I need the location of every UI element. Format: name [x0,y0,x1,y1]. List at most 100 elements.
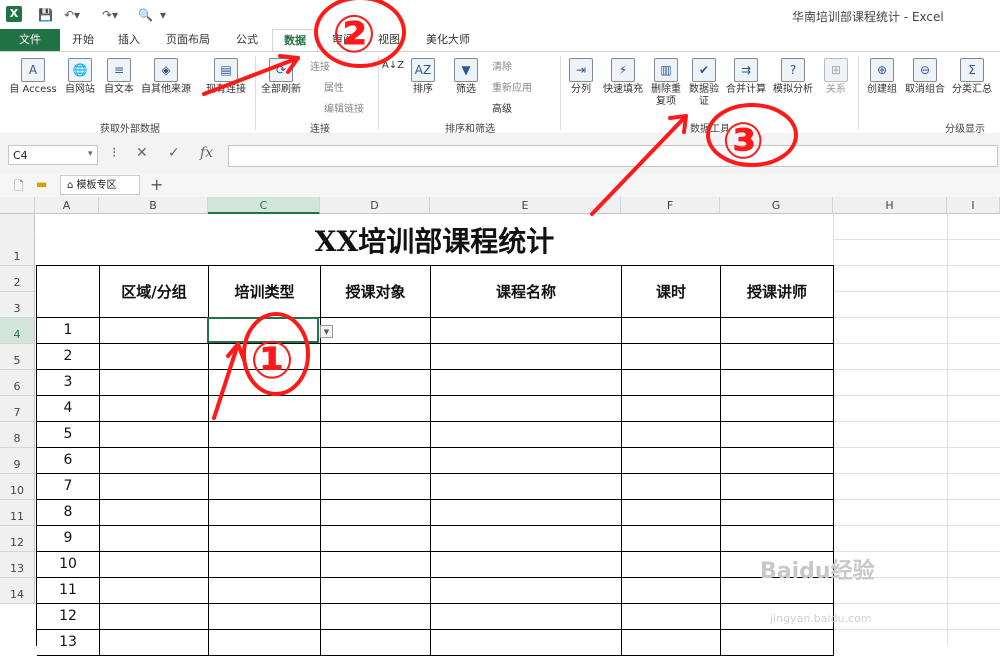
sort-az-icon[interactable]: A↓Z [382,60,404,72]
column-header[interactable]: C [208,197,320,214]
column-header[interactable]: B [99,197,208,214]
tab-view[interactable]: 视图 [368,29,410,51]
table-cell[interactable] [431,344,622,370]
table-cell[interactable] [321,318,431,344]
from-access-button[interactable]: A自 Access [6,58,60,96]
table-cell[interactable] [721,370,834,396]
column-header[interactable]: F [621,197,720,214]
row-header[interactable]: 11 [0,500,35,526]
table-cell[interactable] [721,396,834,422]
row-header[interactable]: 10 [0,474,35,500]
table-cell[interactable] [431,500,622,526]
row-number-cell[interactable]: 10 [37,552,100,578]
filter-button[interactable]: ▼ 筛选 [448,58,484,96]
table-cell[interactable] [721,500,834,526]
row-header[interactable]: 6 [0,370,35,396]
subtotal-button[interactable]: Σ 分类汇总 [948,58,996,96]
table-cell[interactable] [100,604,209,630]
table-cell[interactable] [622,552,721,578]
table-cell[interactable] [622,578,721,604]
table-cell[interactable] [431,318,622,344]
table-cell[interactable] [321,370,431,396]
group-button[interactable]: ⊕ 创建组 [862,58,902,96]
from-web-button[interactable]: 🌐 自网站 [60,58,100,96]
table-cell[interactable] [100,474,209,500]
table-cell[interactable] [209,630,321,656]
row-number-cell[interactable]: 8 [37,500,100,526]
table-cell[interactable] [321,344,431,370]
table-cell[interactable] [721,422,834,448]
undo-icon[interactable]: ↶▾ [64,6,80,24]
name-box-dropdown-icon[interactable]: ▾ [88,149,93,159]
table-cell[interactable] [721,474,834,500]
header-lecturer[interactable]: 授课讲师 [721,266,834,318]
formula-input[interactable] [228,145,998,167]
row-header[interactable]: 12 [0,526,35,552]
table-cell[interactable] [431,448,622,474]
table-cell[interactable] [431,422,622,448]
row-number-cell[interactable]: 4 [37,396,100,422]
column-header[interactable]: I [947,197,1000,214]
column-header[interactable]: E [430,197,621,214]
properties-link[interactable]: 属性 [324,79,344,94]
table-cell[interactable] [431,474,622,500]
row-number-cell[interactable]: 7 [37,474,100,500]
save-icon[interactable]: 💾 [38,6,53,24]
table-cell[interactable] [100,318,209,344]
row-number-cell[interactable]: 3 [37,370,100,396]
table-cell[interactable] [721,526,834,552]
header-hours[interactable]: 课时 [622,266,721,318]
add-tab-button[interactable]: + [150,175,163,194]
table-cell[interactable] [100,552,209,578]
table-cell[interactable] [321,526,431,552]
table-cell[interactable] [209,578,321,604]
table-cell[interactable] [209,422,321,448]
table-cell[interactable] [100,578,209,604]
header-course-name[interactable]: 课程名称 [431,266,622,318]
header-cell-blank[interactable] [37,266,100,318]
column-header[interactable]: D [320,197,430,214]
table-cell[interactable] [321,604,431,630]
table-cell[interactable] [721,344,834,370]
table-cell[interactable] [209,552,321,578]
column-header[interactable]: G [720,197,833,214]
cancel-icon[interactable]: ✕ [136,145,148,161]
sheet-title[interactable]: XX培训部课程统计 [36,214,833,266]
name-box[interactable]: C4 [8,145,98,165]
table-cell[interactable] [431,604,622,630]
column-header[interactable]: A [35,197,99,214]
table-cell[interactable] [622,344,721,370]
row-header[interactable]: 2 [0,266,35,292]
table-cell[interactable] [209,396,321,422]
tab-template-zone[interactable]: ⌂ 模板专区 [60,175,140,195]
row-number-cell[interactable]: 2 [37,344,100,370]
row-header[interactable]: 9 [0,448,35,474]
customize-toolbar-icon[interactable]: ▾ [160,6,166,24]
row-number-cell[interactable]: 1 [37,318,100,344]
sort-button[interactable]: AZ 排序 [408,58,438,96]
table-cell[interactable] [622,604,721,630]
table-cell[interactable] [321,422,431,448]
enter-icon[interactable]: ✓ [168,145,180,161]
row-number-cell[interactable]: 11 [37,578,100,604]
table-cell[interactable] [209,526,321,552]
table-cell[interactable] [100,500,209,526]
table-cell[interactable] [431,630,622,656]
tab-data[interactable]: 数据 [272,29,318,52]
table-cell[interactable] [721,318,834,344]
table-cell[interactable] [209,474,321,500]
clear-link[interactable]: 清除 [492,58,512,73]
table-cell[interactable] [321,396,431,422]
validation-dropdown-icon[interactable]: ▼ [320,325,333,338]
table-cell[interactable] [622,318,721,344]
table-cell[interactable] [100,344,209,370]
table-cell[interactable] [321,578,431,604]
row-number-cell[interactable]: 12 [37,604,100,630]
table-cell[interactable] [431,552,622,578]
refresh-all-button[interactable]: ⟳ 全部刷新 [258,58,304,96]
table-cell[interactable] [721,448,834,474]
redo-icon[interactable]: ↷▾ [102,6,118,24]
tab-beautify-master[interactable]: 美化大师 [416,29,480,51]
row-header[interactable]: 7 [0,396,35,422]
header-region[interactable]: 区域/分组 [100,266,209,318]
